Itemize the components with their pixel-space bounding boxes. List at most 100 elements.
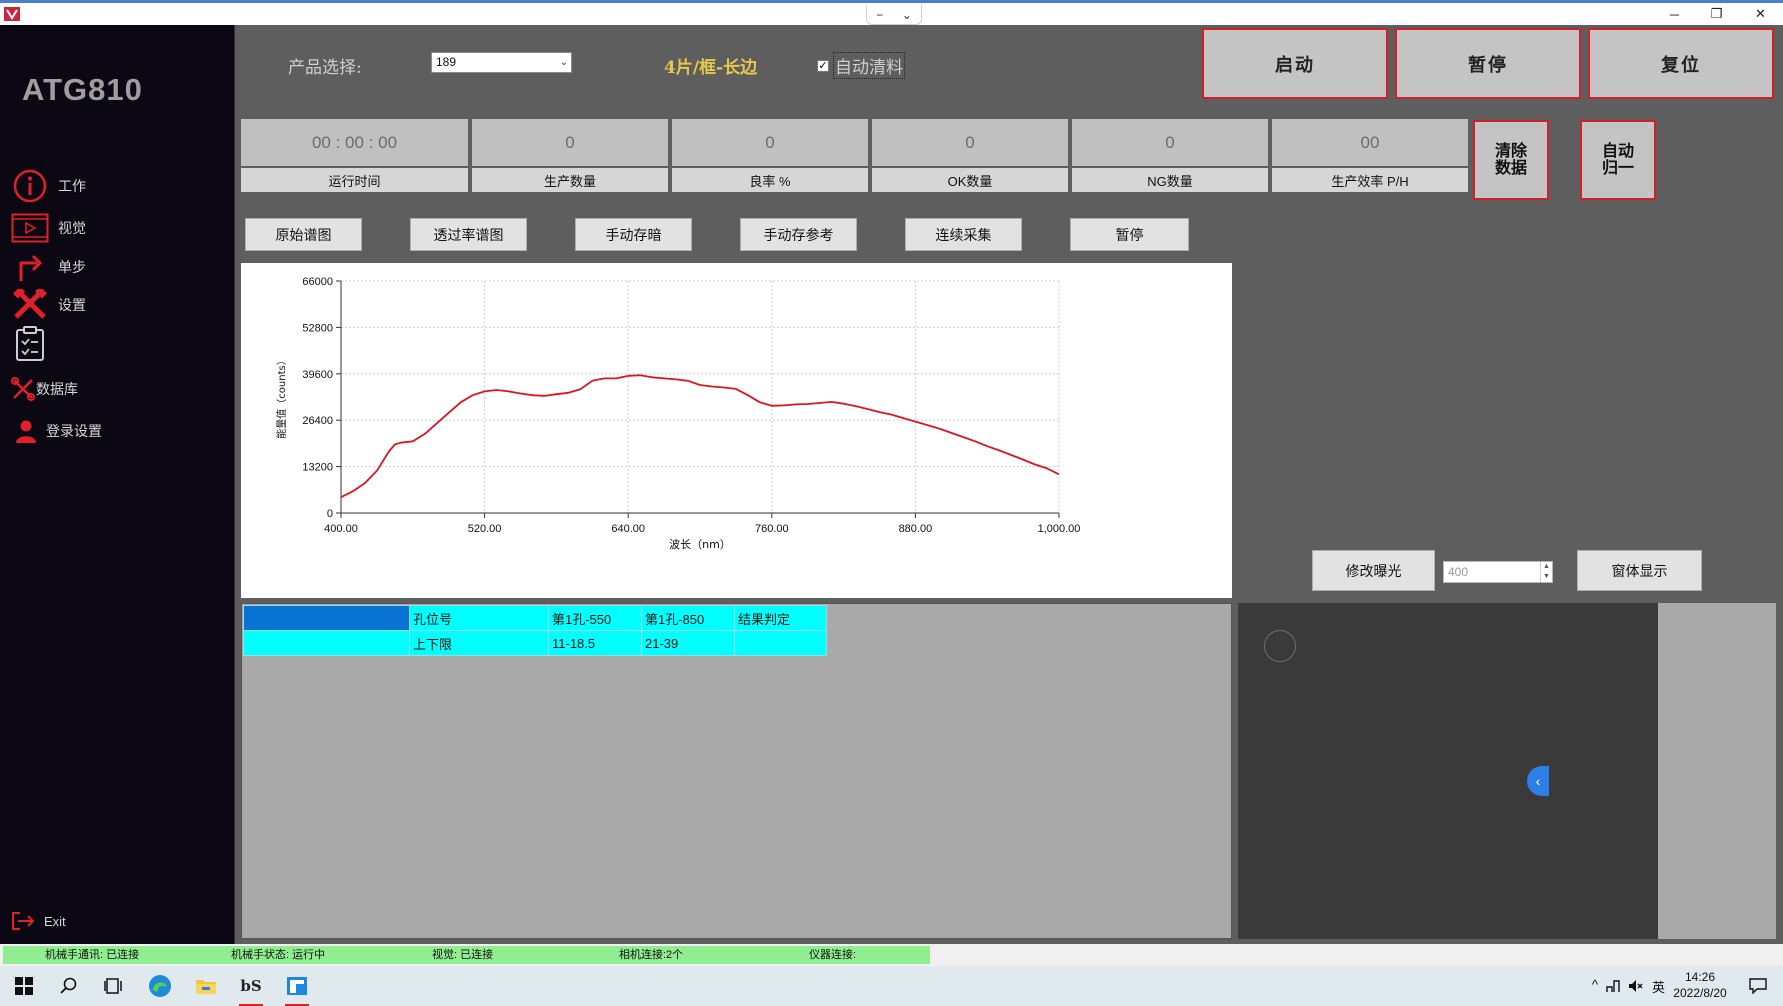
sidebar-item-database[interactable]: 数据库: [10, 371, 225, 407]
table-cell[interactable]: 第1孔-550: [548, 605, 642, 631]
sidebar-item-step[interactable]: 单步: [10, 249, 225, 285]
mode-text: 4片/框-长边: [664, 58, 758, 78]
table-row: 孔位号 第1孔-550 第1孔-850 结果判定: [243, 605, 827, 631]
dropdown-minus-icon[interactable]: −: [876, 8, 883, 22]
restore-button[interactable]: ❐: [1694, 3, 1739, 25]
y-tick-label: 52800: [302, 322, 333, 334]
pause-capture-button[interactable]: 暂停: [1070, 218, 1189, 251]
x-tick-label: 880.00: [899, 523, 933, 535]
raw-spectrum-button[interactable]: 原始谱图: [245, 218, 362, 251]
clipboard-check-icon: [10, 326, 50, 362]
notification-icon[interactable]: [1736, 966, 1780, 1006]
search-icon[interactable]: [47, 966, 91, 1006]
status-vision: 视觉: 已连接: [432, 949, 494, 961]
y-tick-label: 39600: [302, 369, 333, 381]
stat-label: NG数量: [1072, 168, 1268, 192]
sidebar-item-login-settings[interactable]: 登录设置: [10, 413, 225, 449]
sidebar-item-label: 设置: [58, 297, 86, 313]
modify-exposure-button[interactable]: 修改曝光: [1312, 550, 1435, 591]
brand-title: ATG810: [22, 72, 143, 107]
table-cell[interactable]: 第1孔-850: [641, 605, 735, 631]
table-cell[interactable]: [243, 605, 410, 631]
camera-view[interactable]: [1238, 603, 1658, 939]
table-cell[interactable]: [243, 630, 410, 656]
reset-button[interactable]: 复位: [1588, 28, 1774, 99]
table-cell[interactable]: 结果判定: [734, 605, 827, 631]
sidebar-item-label: 登录设置: [46, 423, 102, 439]
continuous-capture-button[interactable]: 连续采集: [905, 218, 1022, 251]
exit-button[interactable]: Exit: [10, 910, 66, 932]
stat-label: 生产数量: [472, 168, 668, 192]
sidebar: ATG810 工作 视觉 单步 设置 数据库 登录设置 Exit: [0, 25, 235, 944]
sidebar-item-label: 工作: [58, 178, 86, 194]
volume-muted-icon[interactable]: [1627, 978, 1643, 997]
table-row: 上下限 11-18.5 21-39: [243, 630, 827, 656]
start-button[interactable]: 启动: [1202, 28, 1388, 99]
file-explorer-icon[interactable]: [184, 966, 228, 1006]
x-tick-label: 640.00: [611, 523, 645, 535]
sidebar-item-settings[interactable]: 设置: [10, 287, 225, 323]
tray-caret-icon[interactable]: ^: [1592, 977, 1598, 992]
windows-start-icon[interactable]: [2, 966, 46, 1006]
spinner-icon[interactable]: ▲ ▼: [1540, 562, 1552, 582]
window-display-button[interactable]: 窗体显示: [1577, 550, 1702, 591]
manual-save-dark-button[interactable]: 手动存暗: [575, 218, 692, 251]
clock-date: 2022/8/20: [1673, 986, 1727, 1000]
y-tick-label: 0: [327, 508, 333, 520]
table-cell[interactable]: 孔位号: [409, 605, 549, 631]
table-cell[interactable]: [734, 630, 827, 656]
camera-ring-marker: [1264, 630, 1296, 662]
sidebar-item-work[interactable]: 工作: [10, 168, 225, 204]
collapse-tab-chevron-left-icon[interactable]: ‹: [1527, 766, 1549, 796]
video-icon: [10, 210, 50, 246]
checkbox-check-icon[interactable]: ✓: [817, 59, 829, 72]
user-icon: [10, 413, 42, 449]
manual-save-reference-button[interactable]: 手动存参考: [740, 218, 857, 251]
app-bs-icon[interactable]: bS: [229, 966, 273, 1006]
app-window-icon[interactable]: [275, 966, 319, 1006]
x-tick-label: 1,000.00: [1038, 523, 1081, 535]
auto-clear-label: 自动清料: [833, 52, 905, 79]
tools-icon: [10, 287, 50, 323]
product-select[interactable]: 189 ⌄: [431, 52, 572, 73]
exit-icon: [10, 910, 38, 932]
taskbar: bS ^ 英 14:26 2022/8/20: [0, 966, 1783, 1006]
stat-yield: 0 良率 %: [672, 119, 868, 198]
edge-browser-icon[interactable]: [138, 966, 182, 1006]
sidebar-item-vision[interactable]: 视觉: [10, 210, 225, 246]
table-cell[interactable]: 上下限: [409, 630, 549, 656]
titlebar-dropdown[interactable]: − ⌄: [866, 5, 922, 25]
spectrum-chart-svg: 400.00 520.00 640.00 760.00 880.00 1,000.00 0 1…: [275, 276, 1081, 551]
y-axis-label: 能量值（counts）: [275, 355, 288, 438]
exposure-value: 400: [1448, 565, 1469, 579]
title-bar: − ⌄ ─ ❐ ✕: [0, 0, 1783, 25]
sidebar-item-label: 数据库: [36, 381, 78, 397]
x-axis-label: 波长（nm）: [669, 538, 731, 551]
pause-button[interactable]: 暂停: [1395, 28, 1581, 99]
x-tick-label: 400.00: [324, 523, 358, 535]
table-cell[interactable]: 21-39: [641, 630, 735, 656]
stat-ng-count: 0 NG数量: [1072, 119, 1268, 198]
auto-clear-checkbox[interactable]: ✓ 自动清料: [817, 52, 905, 79]
chevron-down-icon[interactable]: ⌄: [902, 8, 912, 22]
clear-data-button[interactable]: 清除 数据: [1473, 120, 1549, 200]
minimize-button[interactable]: ─: [1652, 3, 1697, 25]
y-tick-label: 13200: [302, 462, 333, 474]
app-icon: [4, 7, 20, 21]
task-view-icon[interactable]: [92, 966, 136, 1006]
status-bar: 机械手通讯: 已连接 机械手状态: 运行中 视觉: 已连接 相机连接:2个 仪器…: [0, 944, 1783, 966]
status-instrument: 仪器连接:: [809, 949, 857, 961]
transmittance-spectrum-button[interactable]: 透过率谱图: [410, 218, 527, 251]
stat-label: 运行时间: [241, 168, 468, 192]
sidebar-item-report[interactable]: [10, 326, 225, 362]
network-icon[interactable]: [1605, 978, 1621, 997]
auto-home-button[interactable]: 自动 归一: [1580, 120, 1656, 200]
spectrum-series-line: [340, 374, 1060, 499]
exit-label: Exit: [44, 913, 66, 929]
table-cell[interactable]: 11-18.5: [548, 630, 642, 656]
close-button[interactable]: ✕: [1738, 3, 1783, 25]
system-clock[interactable]: 14:26 2022/8/20: [1660, 969, 1740, 1001]
status-camera: 相机连接:2个: [619, 949, 684, 961]
spectrum-chart: 400.00 520.00 640.00 760.00 880.00 1,000.00 0 1…: [241, 263, 1232, 598]
exposure-input[interactable]: 400 ▲ ▼: [1443, 561, 1553, 583]
